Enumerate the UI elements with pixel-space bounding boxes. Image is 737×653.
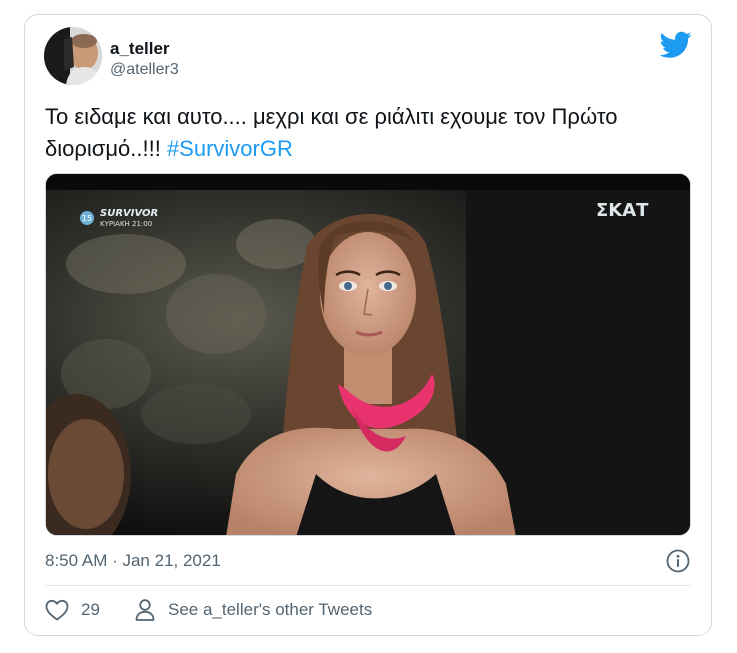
info-icon[interactable] <box>665 548 691 574</box>
tv-screenshot: 15 SURVIVOR ΚΥΡΙΑΚΗ 21:00 ΣΚΑΤ <box>46 174 690 535</box>
avatar[interactable] <box>44 27 102 85</box>
tweet-timestamp[interactable]: 8:50 AM · Jan 21, 2021 <box>45 551 221 570</box>
channel-logo: ΣΚΑΤ <box>596 200 649 221</box>
like-count: 29 <box>81 600 100 619</box>
user-names: a_teller @ateller3 <box>110 39 179 80</box>
avatar-image <box>44 27 102 85</box>
tweet-actions: 29 See a_teller's other Tweets <box>45 596 691 624</box>
heart-icon <box>45 599 69 621</box>
tweet-media-image[interactable]: 15 SURVIVOR ΚΥΡΙΑΚΗ 21:00 ΣΚΑΤ <box>45 173 691 536</box>
see-other-tweets-link[interactable]: See a_teller's other Tweets <box>134 596 372 624</box>
show-title-overlay: SURVIVOR <box>100 208 158 219</box>
rating-badge: 15 <box>82 214 92 223</box>
like-button[interactable]: 29 <box>45 596 100 624</box>
display-name[interactable]: a_teller <box>110 39 179 59</box>
tweet-card: a_teller @ateller3 Το ειδαμε και αυτο...… <box>24 14 712 636</box>
user-handle[interactable]: @ateller3 <box>110 60 179 80</box>
twitter-bird-icon[interactable] <box>659 31 692 59</box>
person-icon <box>135 599 155 621</box>
tweet-header: a_teller @ateller3 <box>44 27 692 87</box>
tweet-meta-row: 8:50 AM · Jan 21, 2021 <box>45 548 691 574</box>
tweet-body-text: Το ειδαμε και αυτο.... μεχρι και σε ριάλ… <box>45 104 618 161</box>
tweet-text: Το ειδαμε και αυτο.... μεχρι και σε ριάλ… <box>45 101 695 165</box>
hashtag-link[interactable]: #SurvivorGR <box>167 136 293 161</box>
see-other-tweets-label: See a_teller's other Tweets <box>168 600 373 619</box>
divider <box>45 585 691 586</box>
show-schedule-overlay: ΚΥΡΙΑΚΗ 21:00 <box>100 220 152 228</box>
